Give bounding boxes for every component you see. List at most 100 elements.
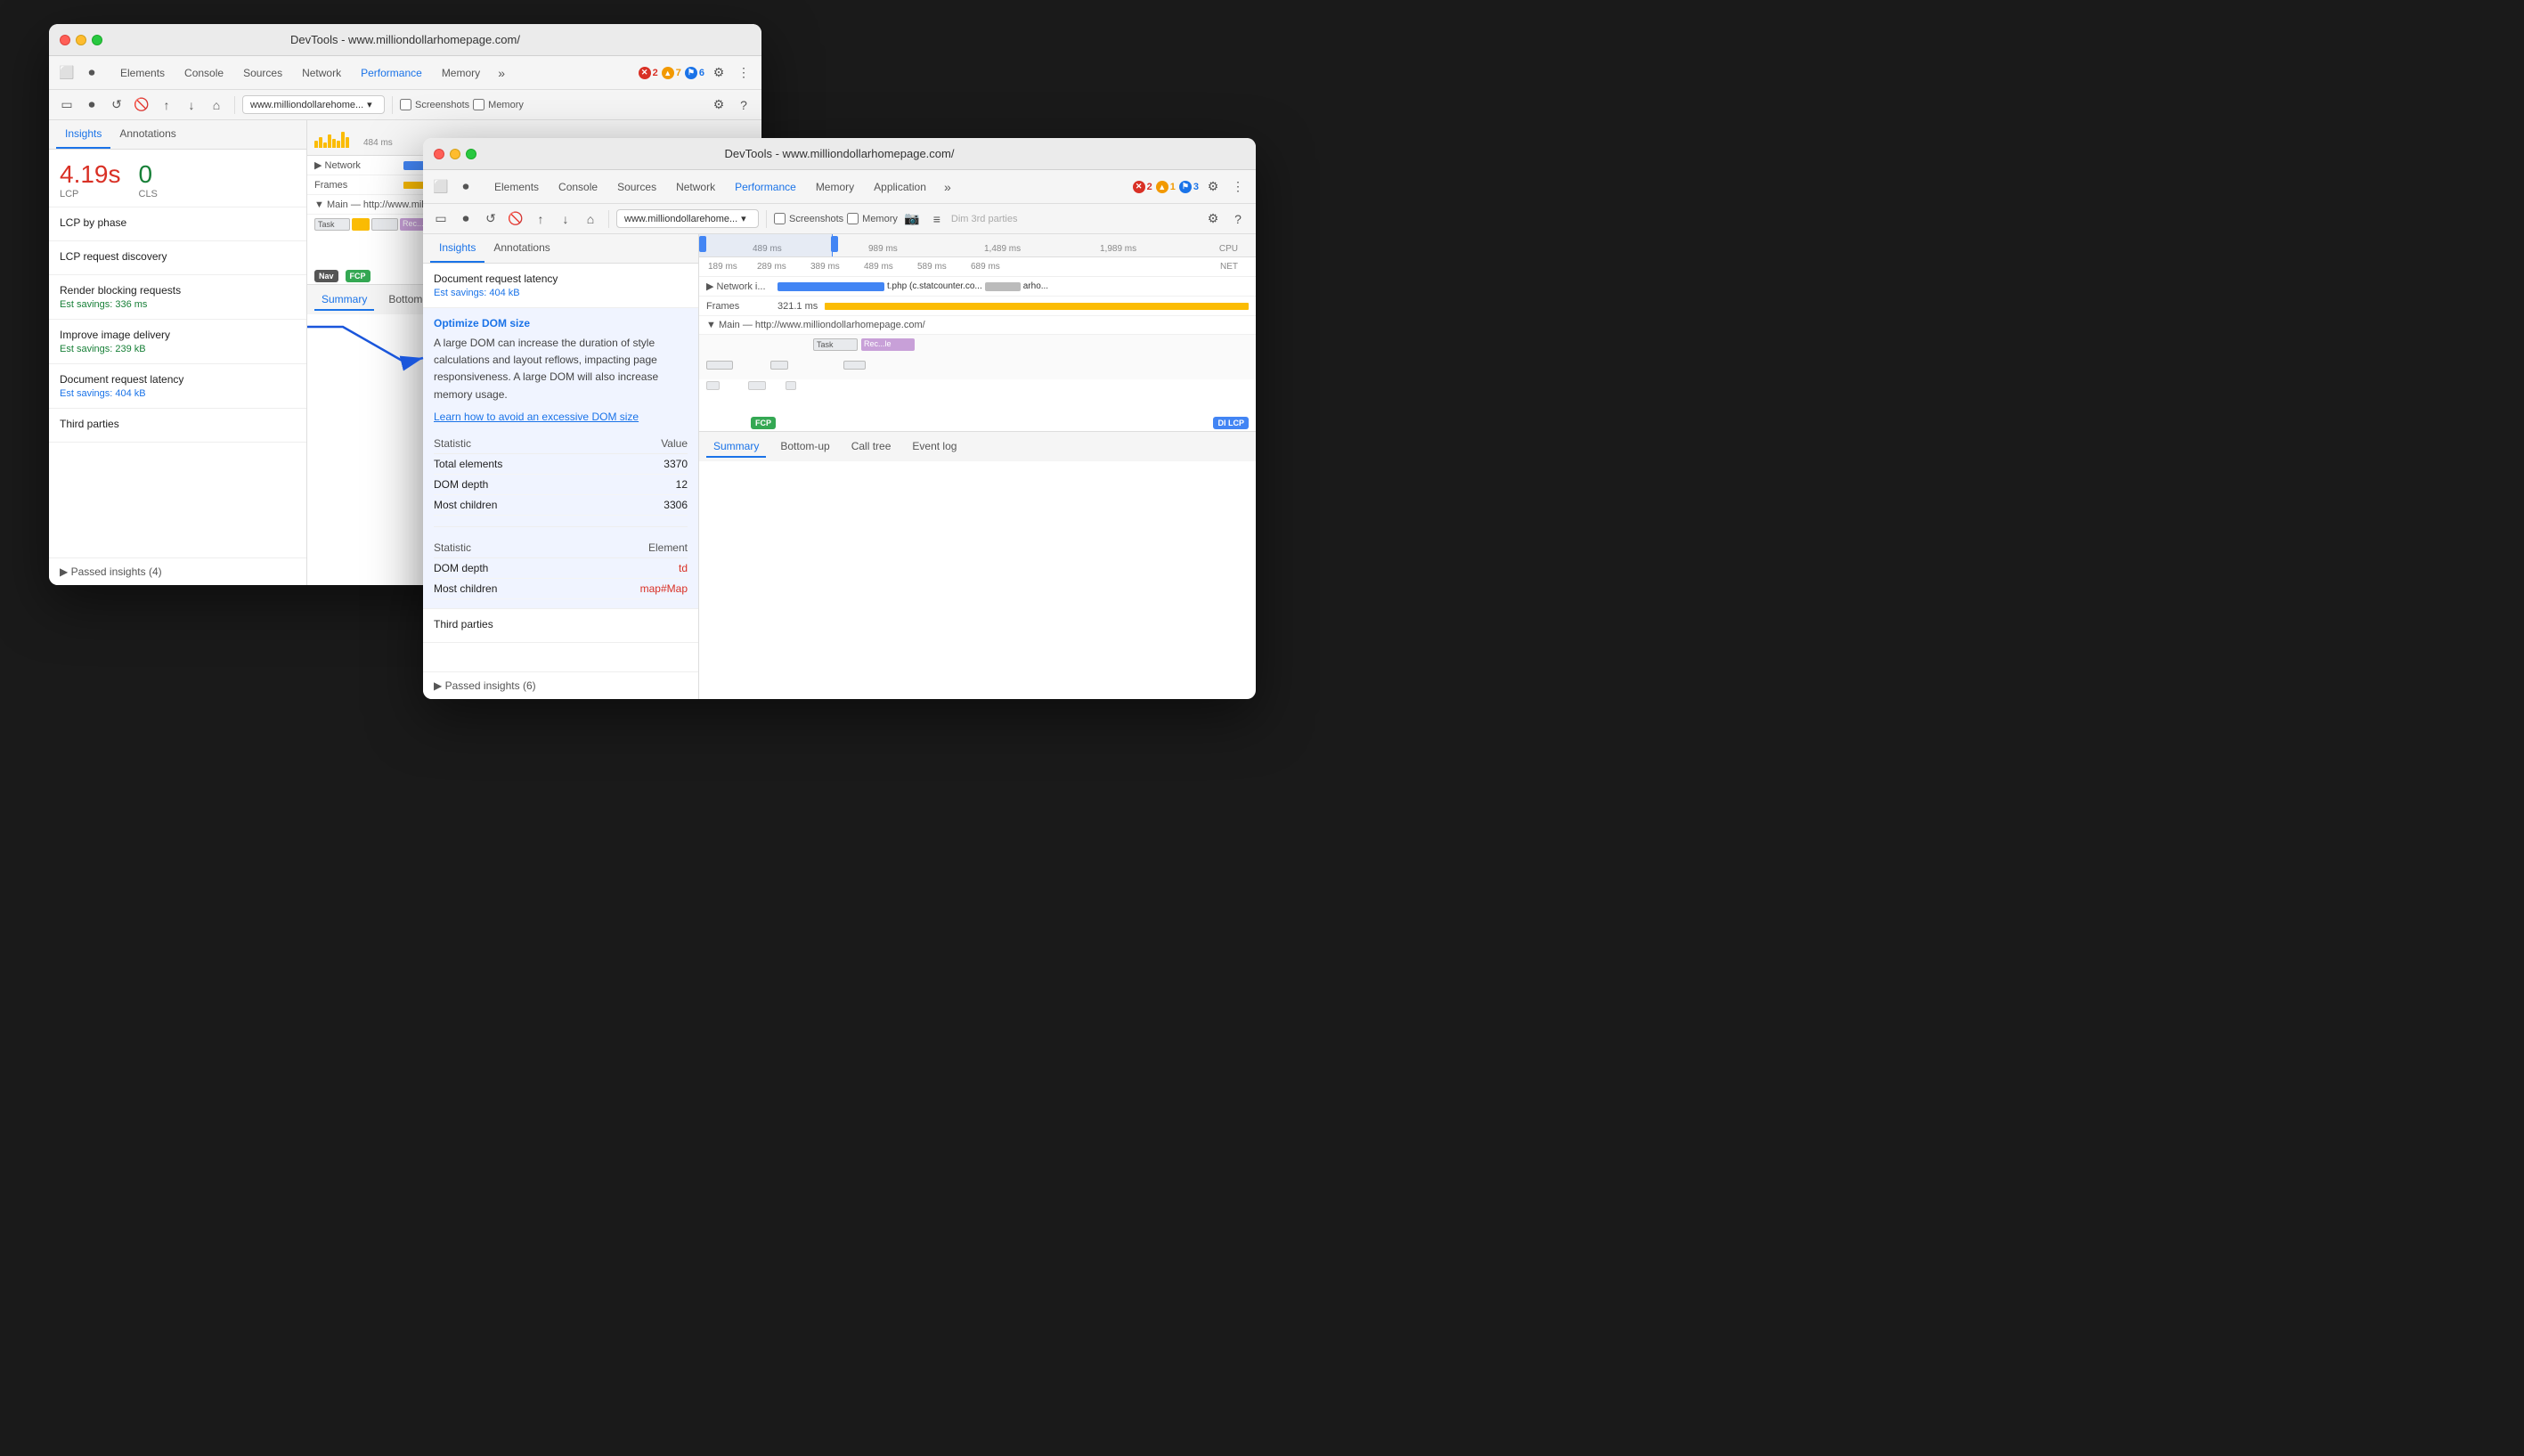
optimize-dom-title: Optimize DOM size (434, 317, 688, 329)
insight-lcp-phase[interactable]: LCP by phase (49, 207, 306, 241)
main-content-front: Insights Annotations Document request la… (423, 234, 1256, 699)
insight-optimize-dom[interactable]: Optimize DOM size A large DOM can increa… (423, 308, 698, 609)
devtools-window-front: DevTools - www.milliondollarhomepage.com… (423, 138, 1256, 699)
passed-insights-front[interactable]: ▶ Passed insights (6) (423, 671, 698, 699)
bottom-tab-calltree[interactable]: Call tree (844, 436, 899, 458)
record-icon2[interactable]: ⏺ (81, 94, 102, 116)
tab-console-front[interactable]: Console (550, 175, 607, 199)
optimize-dom-link[interactable]: Learn how to avoid an excessive DOM size (434, 411, 688, 423)
screenshots-checkbox[interactable] (400, 99, 411, 110)
tab-network[interactable]: Network (293, 61, 350, 85)
screenshots-check[interactable]: Screenshots (400, 99, 469, 110)
more-tabs-icon[interactable]: » (491, 62, 512, 84)
clear-icon[interactable]: 🚫 (131, 94, 152, 116)
record-icon-front[interactable]: ⏺ (455, 176, 476, 198)
tab-annotations-front[interactable]: Annotations (484, 234, 558, 263)
tab-annotations-back[interactable]: Annotations (110, 120, 184, 149)
maximize-button[interactable] (92, 35, 102, 45)
clear-icon-front[interactable]: 🚫 (505, 208, 526, 230)
memory-checkbox[interactable] (473, 99, 484, 110)
bottom-tab-summary[interactable]: Summary (314, 289, 374, 311)
url-bar-front[interactable]: www.milliondollarehome... ▾ (616, 209, 759, 228)
timeline-selection (699, 234, 833, 256)
more-tabs-front[interactable]: » (937, 176, 958, 198)
screenshot-icon-front[interactable]: 📷 (901, 208, 923, 230)
help-icon-front[interactable]: ? (1227, 208, 1249, 230)
insight-render-blocking[interactable]: Render blocking requests Est savings: 33… (49, 275, 306, 320)
selection-left[interactable] (699, 236, 706, 252)
minimize-button[interactable] (76, 35, 86, 45)
download-icon-front[interactable]: ↓ (555, 208, 576, 230)
url-bar-back[interactable]: www.milliondollarehome... ▾ (242, 95, 385, 114)
home-icon[interactable]: ⌂ (206, 94, 227, 116)
cls-label: CLS (139, 189, 158, 199)
selection-right[interactable] (831, 236, 838, 252)
record-icon[interactable]: ⏺ (81, 62, 102, 84)
insight-third-parties[interactable]: Third parties (49, 409, 306, 443)
minimize-button-front[interactable] (450, 149, 460, 159)
insight-doc-latency-front[interactable]: Document request latency Est savings: 40… (423, 264, 698, 308)
settings-icon2[interactable]: ⚙ (708, 94, 729, 116)
fcp-badge: FCP (346, 270, 370, 282)
settings-icon2-front[interactable]: ⚙ (1202, 208, 1224, 230)
device-icon-front[interactable]: ⬜ (430, 176, 452, 198)
tab-elements[interactable]: Elements (111, 61, 174, 85)
memory-check-front[interactable]: Memory (847, 213, 898, 224)
sidebar-icon-front[interactable]: ▭ (430, 208, 452, 230)
close-button-front[interactable] (434, 149, 444, 159)
badges-area-front: FCP DI LCP (699, 415, 1256, 431)
tab-sources[interactable]: Sources (234, 61, 291, 85)
more-options-icon[interactable]: ⋮ (733, 62, 754, 84)
refresh-icon[interactable]: ↺ (106, 94, 127, 116)
device-icon[interactable]: ⬜ (56, 62, 77, 84)
network-track-front: ▶ Network i... t.php (c.statcounter.co..… (699, 277, 1256, 297)
bottom-tab-eventlog[interactable]: Event log (905, 436, 964, 458)
bottom-tab-bottomup-front[interactable]: Bottom-up (773, 436, 836, 458)
bottom-tab-summary-front[interactable]: Summary (706, 436, 766, 458)
memory-checkbox-front[interactable] (847, 213, 859, 224)
sidebar-icon[interactable]: ▭ (56, 94, 77, 116)
settings-icon-front[interactable]: ⚙ (1202, 176, 1224, 198)
tab-memory-front[interactable]: Memory (807, 175, 863, 199)
insight-third-parties-front[interactable]: Third parties (423, 609, 698, 643)
close-button[interactable] (60, 35, 70, 45)
warning-icon-front: ▲ (1156, 181, 1168, 193)
memory-check[interactable]: Memory (473, 99, 524, 110)
tab-performance[interactable]: Performance (352, 61, 431, 85)
tab-elements-front[interactable]: Elements (485, 175, 548, 199)
tab-insights-back[interactable]: Insights (56, 120, 110, 149)
tab-sources-front[interactable]: Sources (608, 175, 665, 199)
screenshots-checkbox-front[interactable] (774, 213, 786, 224)
insight-lcp-request[interactable]: LCP request discovery (49, 241, 306, 275)
settings-icon[interactable]: ⚙ (708, 62, 729, 84)
more-options-front[interactable]: ⋮ (1227, 176, 1249, 198)
badge-group-back: ✕ 2 ▲ 7 ⚑ 6 ⚙ ⋮ (639, 62, 754, 84)
tab-memory[interactable]: Memory (433, 61, 489, 85)
lcp-metric: 4.19s LCP (60, 160, 121, 199)
layout-icon-front[interactable]: ≡ (926, 208, 948, 230)
upload-icon-front[interactable]: ↑ (530, 208, 551, 230)
tab-application-front[interactable]: Application (865, 175, 935, 199)
insight-image-delivery[interactable]: Improve image delivery Est savings: 239 … (49, 320, 306, 364)
help-icon[interactable]: ? (733, 94, 754, 116)
insight-doc-latency[interactable]: Document request latency Est savings: 40… (49, 364, 306, 409)
toolbar-back: ▭ ⏺ ↺ 🚫 ↑ ↓ ⌂ www.milliondollarehome... … (49, 90, 761, 120)
table-row: Most children map#Map (434, 578, 688, 598)
record-icon2-front[interactable]: ⏺ (455, 208, 476, 230)
tab-icons-front: ⬜ ⏺ (430, 176, 476, 198)
titlebar-front: DevTools - www.milliondollarhomepage.com… (423, 138, 1256, 170)
table-row: Total elements 3370 (434, 453, 688, 474)
tab-performance-front[interactable]: Performance (726, 175, 805, 199)
passed-insights-back[interactable]: ▶ Passed insights (4) (49, 557, 306, 585)
upload-icon[interactable]: ↑ (156, 94, 177, 116)
refresh-icon-front[interactable]: ↺ (480, 208, 501, 230)
tab-console[interactable]: Console (175, 61, 232, 85)
home-icon-front[interactable]: ⌂ (580, 208, 601, 230)
screenshots-check-front[interactable]: Screenshots (774, 213, 843, 224)
cls-value: 0 (139, 160, 158, 189)
maximize-button-front[interactable] (466, 149, 476, 159)
sep2 (392, 96, 393, 114)
download-icon[interactable]: ↓ (181, 94, 202, 116)
tab-network-front[interactable]: Network (667, 175, 724, 199)
tab-insights-front[interactable]: Insights (430, 234, 484, 263)
